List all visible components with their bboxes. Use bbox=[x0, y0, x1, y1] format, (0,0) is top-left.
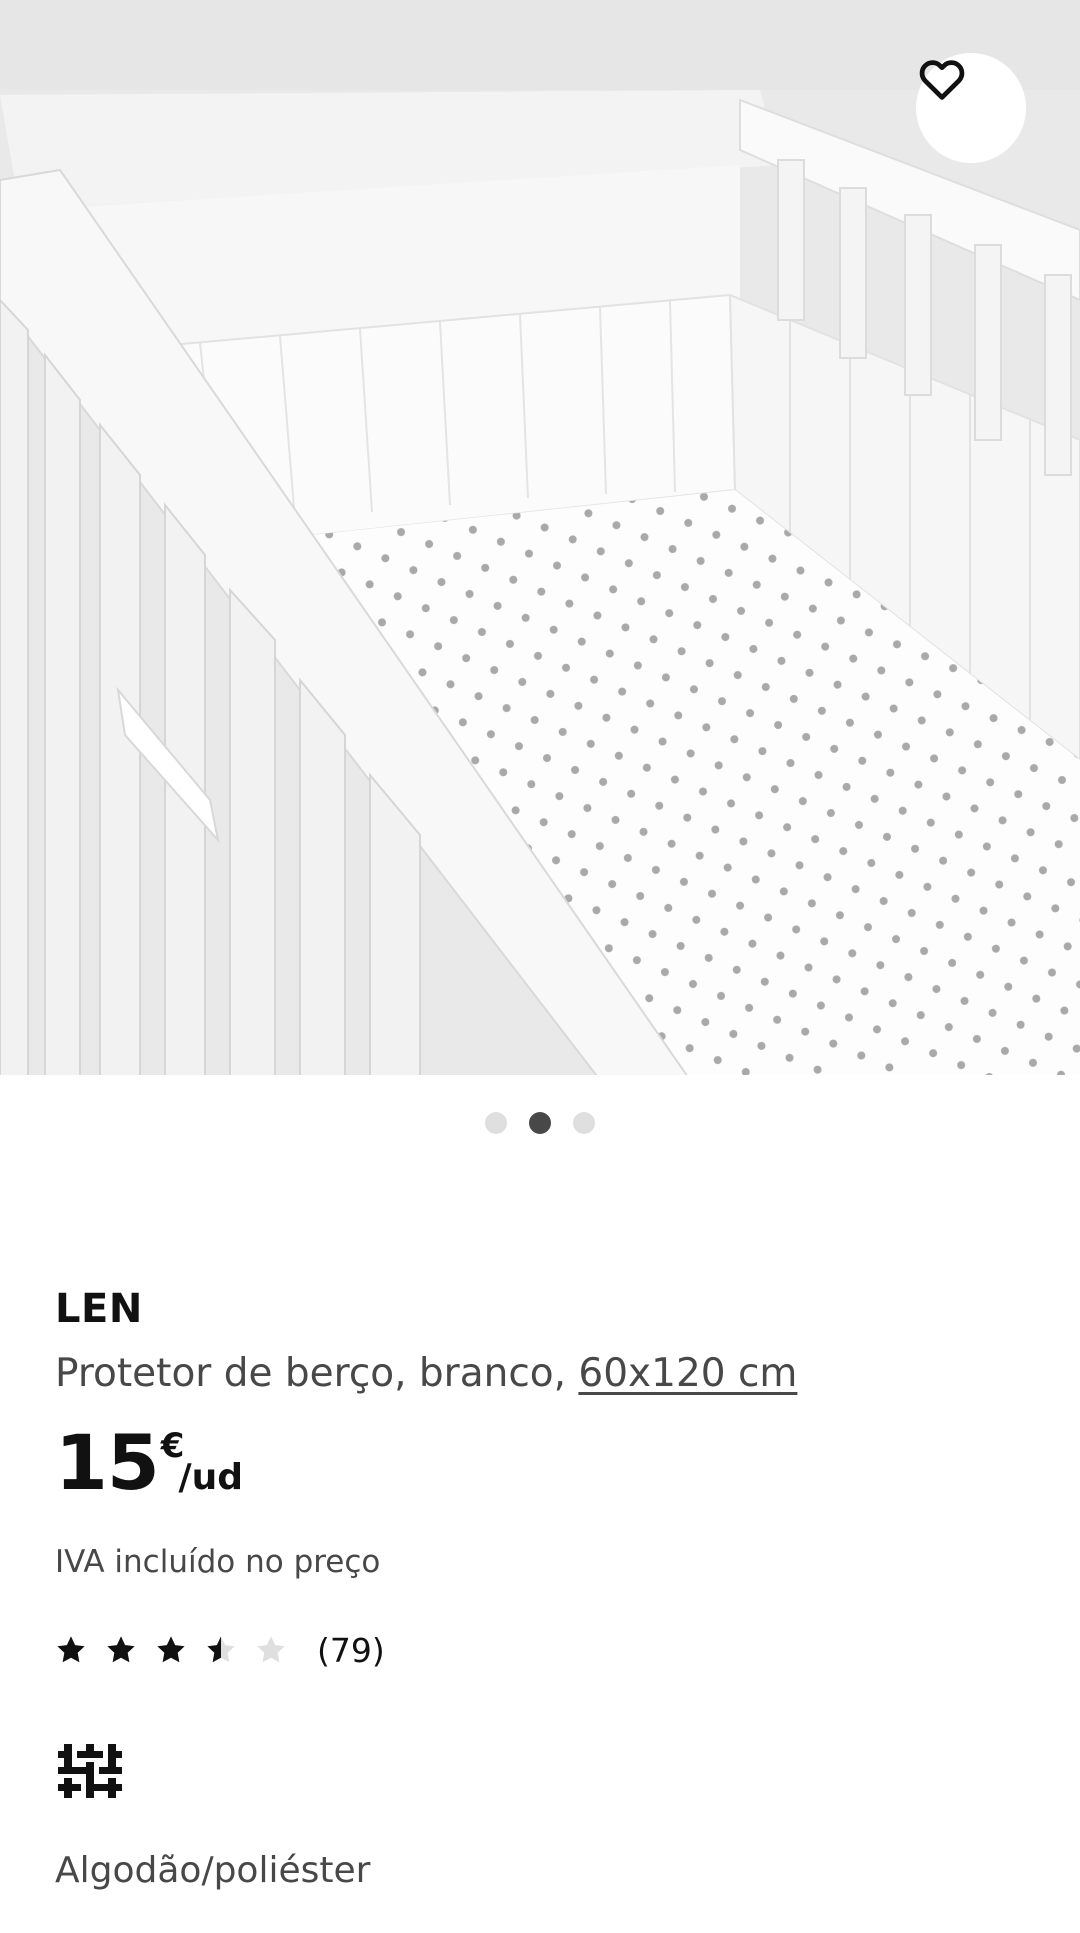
vat-note: IVA incluído no preço bbox=[55, 1544, 381, 1580]
review-count: (79) bbox=[317, 1630, 385, 1670]
star-icon bbox=[107, 1636, 135, 1663]
product-price: 15 € /ud bbox=[55, 1424, 1035, 1504]
star-icon bbox=[157, 1636, 185, 1663]
gallery-dot-1[interactable] bbox=[485, 1112, 507, 1134]
product-rating[interactable]: (79) bbox=[55, 1626, 1035, 1674]
woven-fabric-icon bbox=[55, 1736, 125, 1806]
star-icon bbox=[57, 1636, 85, 1663]
product-size-link[interactable]: 60x120 cm bbox=[578, 1351, 797, 1396]
gallery-pagination bbox=[0, 1112, 1080, 1134]
rating-stars bbox=[55, 1634, 287, 1666]
product-info: LEN Protetor de berço, branco, 60x120 cm… bbox=[55, 1280, 1035, 1891]
product-image-gallery[interactable] bbox=[0, 0, 1080, 1080]
price-unit: /ud bbox=[178, 1457, 243, 1498]
material-label: Algodão/poliéster bbox=[55, 1850, 371, 1891]
product-description: Protetor de berço, branco, 60x120 cm bbox=[55, 1346, 1035, 1402]
star-icon bbox=[207, 1636, 235, 1663]
price-amount: 15 bbox=[55, 1418, 160, 1507]
heart-outline-icon bbox=[919, 60, 965, 100]
gallery-dot-2[interactable] bbox=[529, 1112, 551, 1134]
star-icon bbox=[257, 1636, 285, 1663]
product-description-text: Protetor de berço, branco, bbox=[55, 1351, 579, 1396]
product-name: LEN bbox=[55, 1286, 143, 1332]
gallery-dot-3[interactable] bbox=[573, 1112, 595, 1134]
product-image bbox=[0, 0, 1080, 1080]
favourite-button[interactable] bbox=[916, 53, 1026, 163]
